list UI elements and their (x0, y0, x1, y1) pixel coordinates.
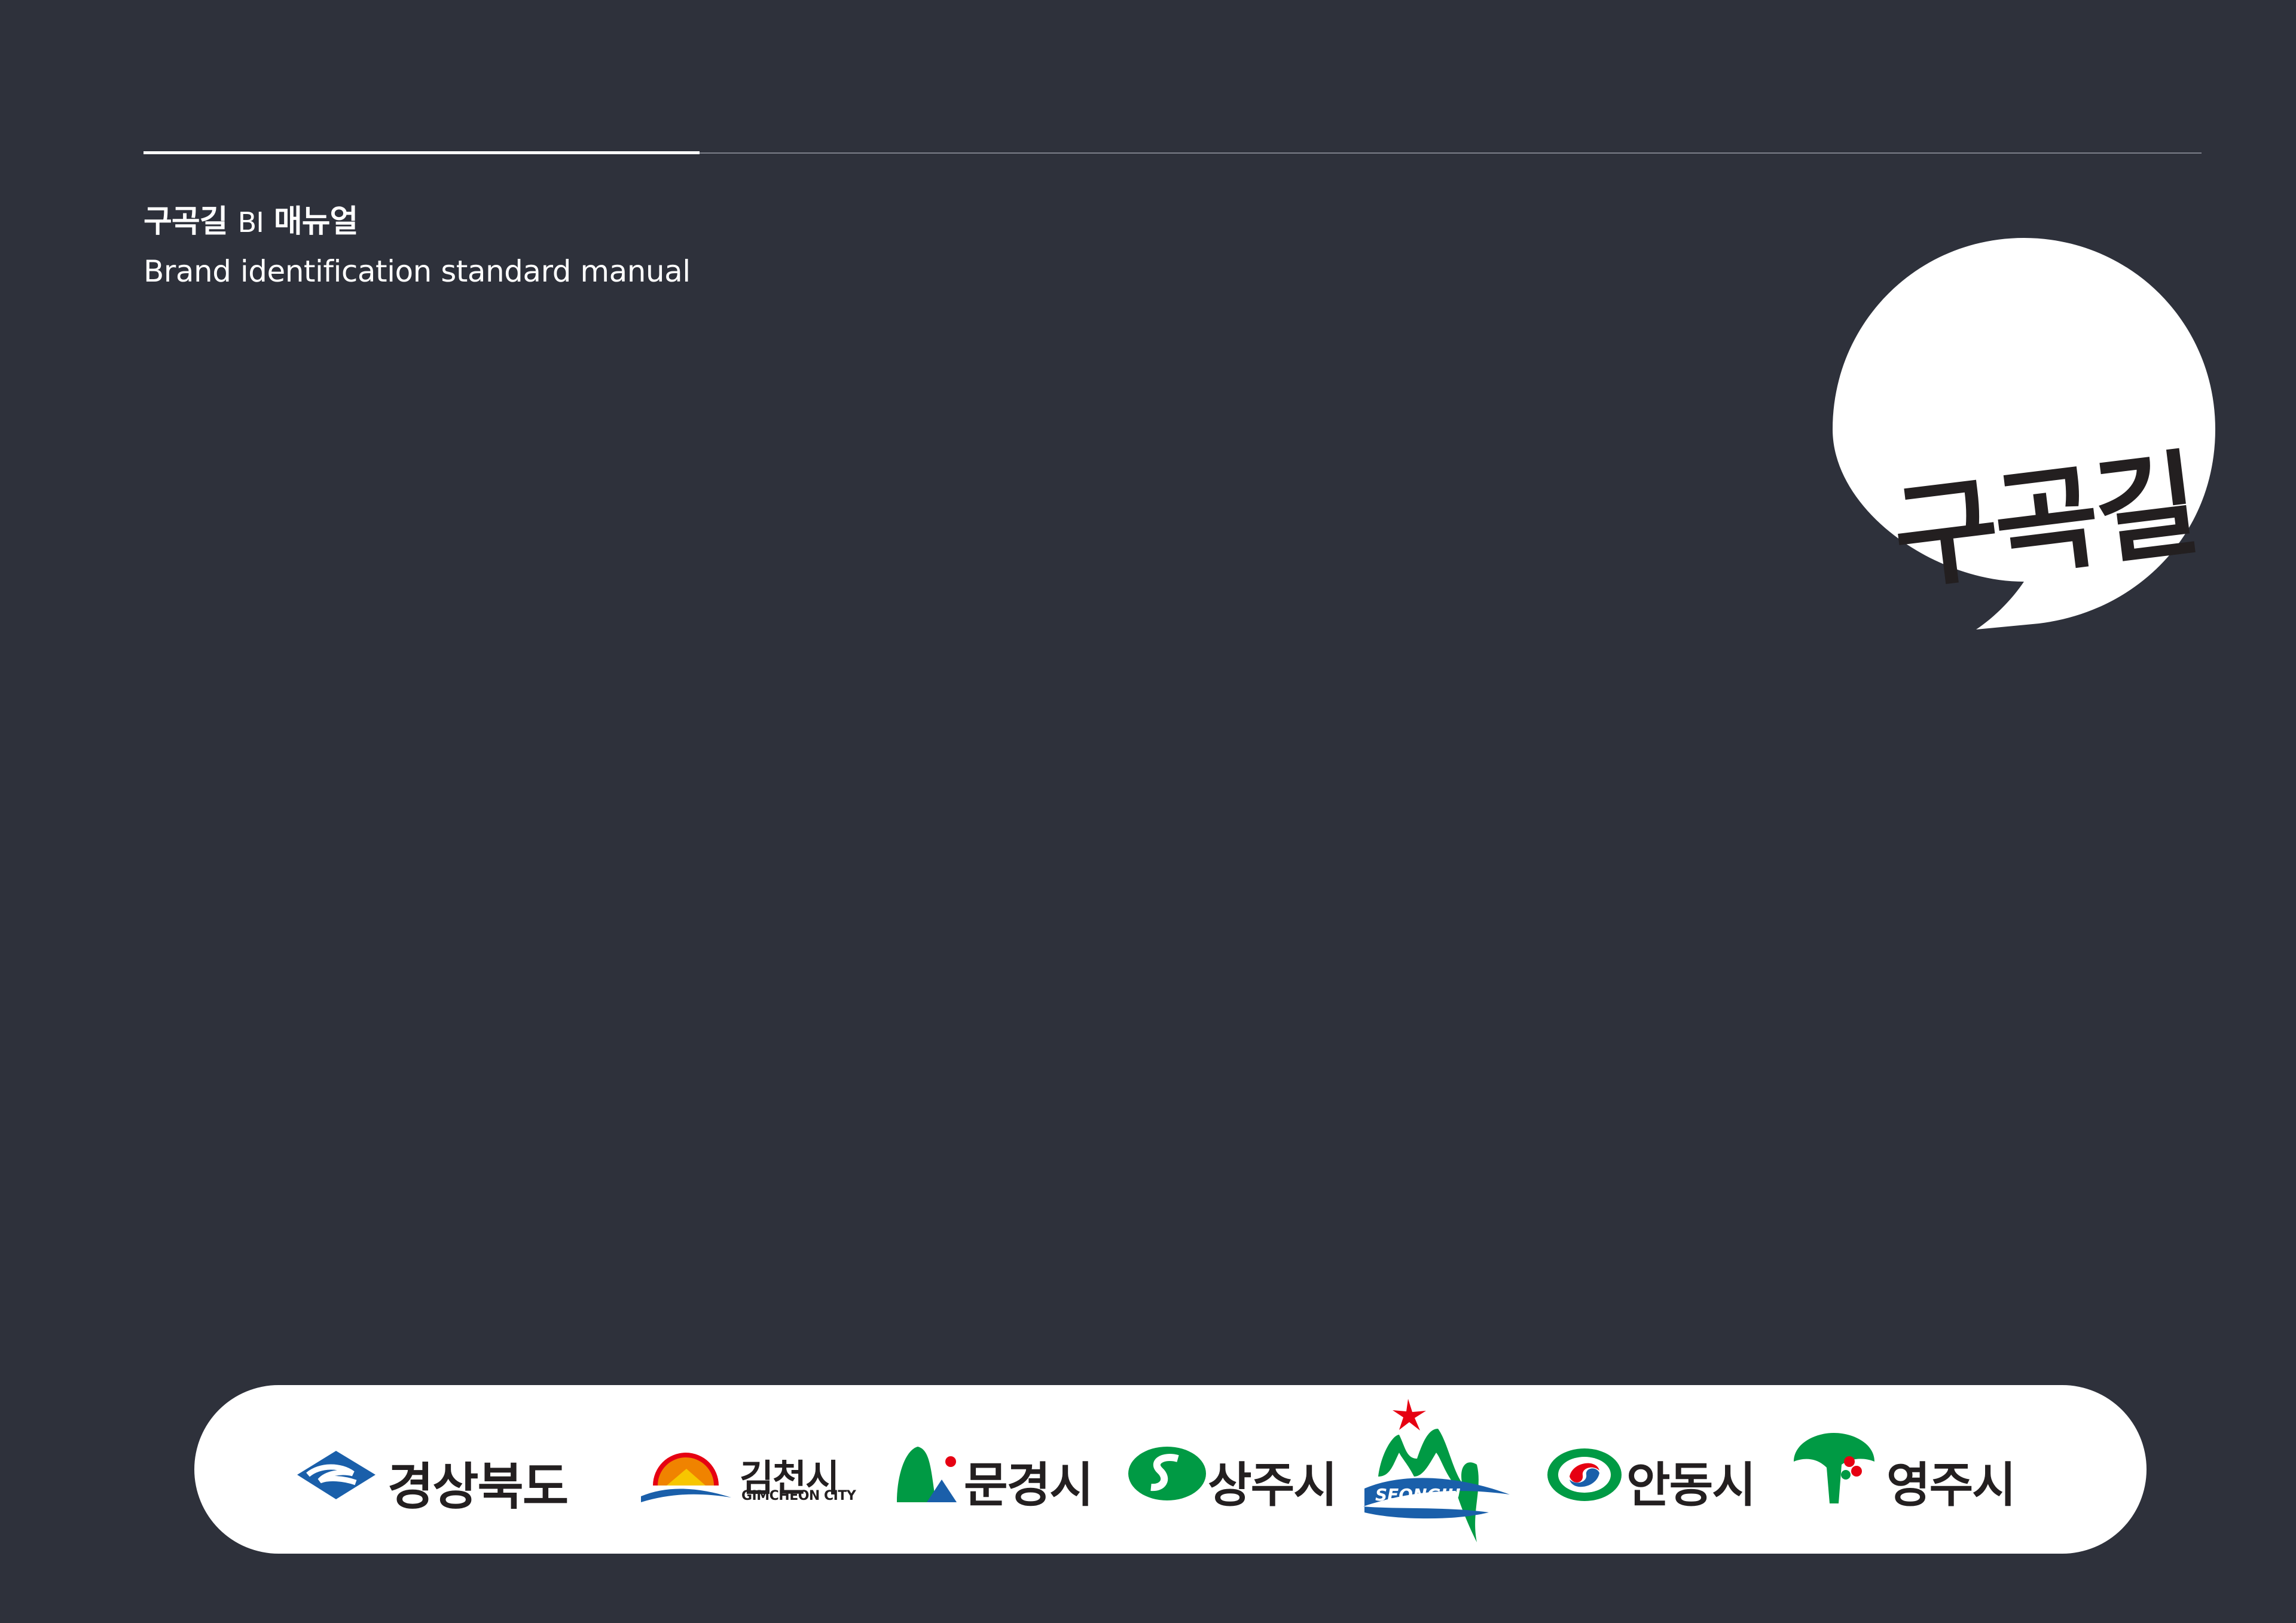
partner-andong-name: 안동시 (1626, 1457, 1756, 1513)
partner-mungyeong-name: 문경시 (964, 1457, 1094, 1513)
brand-wordmark: 구곡길 (1886, 437, 2203, 606)
partner-seongju-name: SEONGJU (1375, 1485, 1461, 1505)
manual-subtitle: Brand identification standard manual (144, 254, 691, 289)
partner-gimcheon-sub: GIMCHEON CITY (741, 1488, 856, 1503)
mungyeong-emblem-icon (897, 1447, 957, 1502)
andong-emblem-icon (1547, 1448, 1622, 1501)
gyeongbuk-emblem-icon (297, 1451, 375, 1499)
seongju-emblem-icon: SEONGJU (1363, 1399, 1510, 1542)
partner-yeongju-name: 영주시 (1886, 1457, 2016, 1513)
gimcheon-emblem-icon (641, 1453, 731, 1502)
manual-title: 구곡길 BI 매뉴얼 (144, 204, 358, 240)
partner-gyeongbuk-name: 경상북도 (387, 1457, 569, 1516)
header-rule-accent (144, 151, 700, 154)
partner-sangju-name: 상주시 (1208, 1457, 1338, 1513)
sangju-emblem-icon (1128, 1447, 1206, 1500)
yeongju-emblem-icon (1794, 1433, 1874, 1503)
